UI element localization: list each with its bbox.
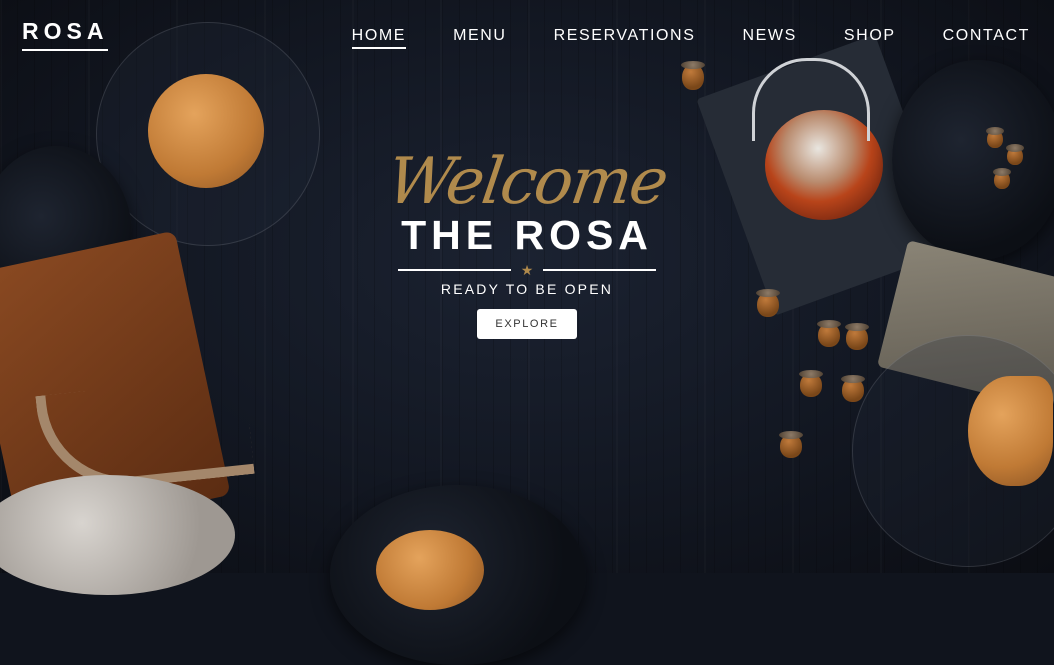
explore-button[interactable]: EXPLORE [477, 309, 577, 339]
divider-line-left [397, 269, 511, 271]
site-logo[interactable]: ROSA [22, 18, 109, 51]
nav-home[interactable]: HOME [351, 27, 407, 49]
nav-news[interactable]: NEWS [743, 27, 797, 49]
broken-cookie-image [968, 376, 1053, 486]
nav-menu[interactable]: MENU [453, 27, 507, 49]
nav-shop[interactable]: SHOP [844, 27, 896, 49]
fur-image [0, 475, 235, 595]
main-nav: HOME MENU RESERVATIONS NEWS SHOP CONTACT [351, 27, 1030, 49]
nav-reservations[interactable]: RESERVATIONS [554, 27, 696, 49]
bottom-cookie-image [376, 530, 484, 610]
hero-tagline: READY TO BE OPEN [440, 281, 614, 297]
nav-contact[interactable]: CONTACT [943, 27, 1030, 49]
acorn-image [779, 431, 803, 458]
star-icon: ★ [520, 262, 534, 278]
title-divider: ★ [0, 263, 1054, 277]
hero-content: Welcome THE ROSA ★ READY TO BE OPEN EXPL… [0, 145, 1054, 339]
acorn-image [681, 61, 705, 90]
hero-title: THE ROSA [401, 212, 653, 258]
acorn-image [799, 370, 823, 397]
acorn-image [841, 375, 865, 402]
acorn-image [986, 127, 1004, 148]
divider-line-right [543, 269, 657, 271]
welcome-script-title: Welcome [382, 145, 672, 219]
